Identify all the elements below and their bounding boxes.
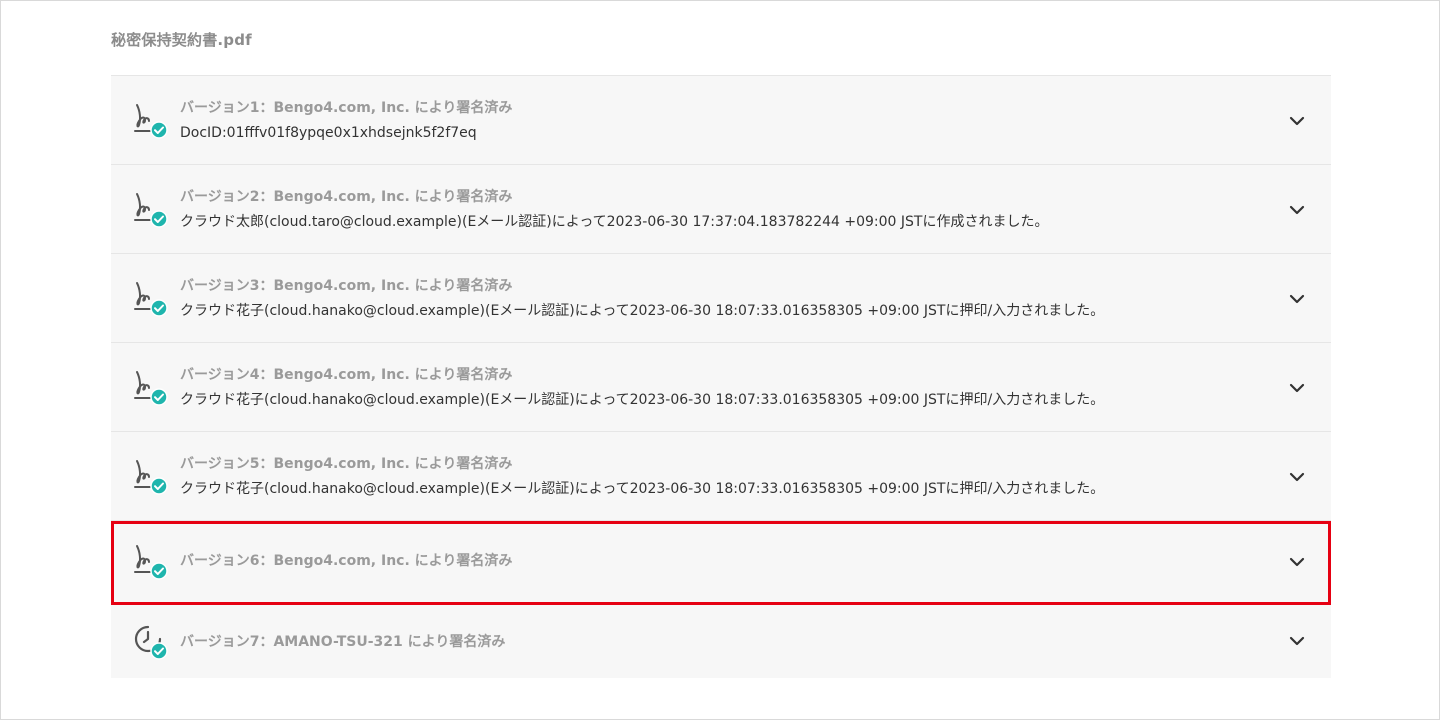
version-title: バージョン3：Bengo4.com, Inc. により署名済み — [180, 278, 513, 294]
version-row-text: バージョン5：Bengo4.com, Inc. により署名済み クラウド花子(c… — [180, 454, 1251, 499]
check-badge-icon — [150, 121, 168, 139]
check-badge-icon — [150, 299, 168, 317]
version-detail: クラウド花子(cloud.hanako@cloud.example)(Eメール認… — [180, 481, 1105, 497]
signature-version-list: バージョン1：Bengo4.com, Inc. により署名済み DocID:01… — [111, 75, 1331, 678]
check-badge-icon — [150, 562, 168, 580]
version-row-text: バージョン3：Bengo4.com, Inc. により署名済み クラウド花子(c… — [180, 276, 1251, 321]
version-row-5[interactable]: バージョン5：Bengo4.com, Inc. により署名済み クラウド花子(c… — [111, 432, 1331, 521]
version-title: バージョン2：Bengo4.com, Inc. により署名済み — [180, 189, 513, 205]
chevron-down-icon[interactable] — [1287, 631, 1307, 651]
version-title: バージョン6：Bengo4.com, Inc. により署名済み — [180, 553, 513, 569]
version-title: バージョン4：Bengo4.com, Inc. により署名済み — [180, 367, 513, 383]
version-row-text: バージョン4：Bengo4.com, Inc. により署名済み クラウド花子(c… — [180, 365, 1251, 410]
signature-icon — [133, 279, 169, 319]
chevron-down-icon[interactable] — [1287, 552, 1307, 572]
check-badge-icon — [150, 388, 168, 406]
signature-icon — [133, 457, 169, 497]
version-title: バージョン5：Bengo4.com, Inc. により署名済み — [180, 456, 513, 472]
version-row-6[interactable]: バージョン6：Bengo4.com, Inc. により署名済み — [111, 521, 1331, 605]
chevron-down-icon[interactable] — [1287, 467, 1307, 487]
version-detail: クラウド花子(cloud.hanako@cloud.example)(Eメール認… — [180, 303, 1105, 319]
chevron-down-icon[interactable] — [1287, 200, 1307, 220]
timestamp-clock-icon — [133, 622, 169, 662]
version-row-text: バージョン6：Bengo4.com, Inc. により署名済み — [180, 551, 1251, 571]
chevron-down-icon[interactable] — [1287, 111, 1307, 131]
signature-icon — [133, 190, 169, 230]
version-title: バージョン1：Bengo4.com, Inc. により署名済み — [180, 100, 513, 116]
version-title: バージョン7：AMANO-TSU-321 により署名済み — [180, 634, 506, 650]
check-badge-icon — [150, 642, 168, 660]
chevron-down-icon[interactable] — [1287, 289, 1307, 309]
version-detail: クラウド太郎(cloud.taro@cloud.example)(Eメール認証)… — [180, 214, 1049, 230]
version-row-text: バージョン1：Bengo4.com, Inc. により署名済み DocID:01… — [180, 98, 1251, 143]
check-badge-icon — [150, 477, 168, 495]
document-file-name: 秘密保持契約書.pdf — [111, 31, 252, 49]
version-detail: DocID:01fffv01f8ypqe0x1xhdsejnk5f2f7eq — [180, 125, 477, 141]
version-row-7[interactable]: バージョン7：AMANO-TSU-321 により署名済み — [111, 605, 1331, 678]
version-row-text: バージョン2：Bengo4.com, Inc. により署名済み クラウド太郎(c… — [180, 187, 1251, 232]
check-badge-icon — [150, 210, 168, 228]
chevron-down-icon[interactable] — [1287, 378, 1307, 398]
signature-icon — [133, 542, 169, 582]
version-row-1[interactable]: バージョン1：Bengo4.com, Inc. により署名済み DocID:01… — [111, 76, 1331, 165]
version-detail: クラウド花子(cloud.hanako@cloud.example)(Eメール認… — [180, 392, 1105, 408]
version-row-2[interactable]: バージョン2：Bengo4.com, Inc. により署名済み クラウド太郎(c… — [111, 165, 1331, 254]
signature-icon — [133, 101, 169, 141]
version-row-4[interactable]: バージョン4：Bengo4.com, Inc. により署名済み クラウド花子(c… — [111, 343, 1331, 432]
version-row-3[interactable]: バージョン3：Bengo4.com, Inc. により署名済み クラウド花子(c… — [111, 254, 1331, 343]
signature-panel: 秘密保持契約書.pdf バージョン1：Bengo4.com, Inc. により署… — [0, 0, 1440, 720]
signature-icon — [133, 368, 169, 408]
version-row-text: バージョン7：AMANO-TSU-321 により署名済み — [180, 632, 1251, 652]
